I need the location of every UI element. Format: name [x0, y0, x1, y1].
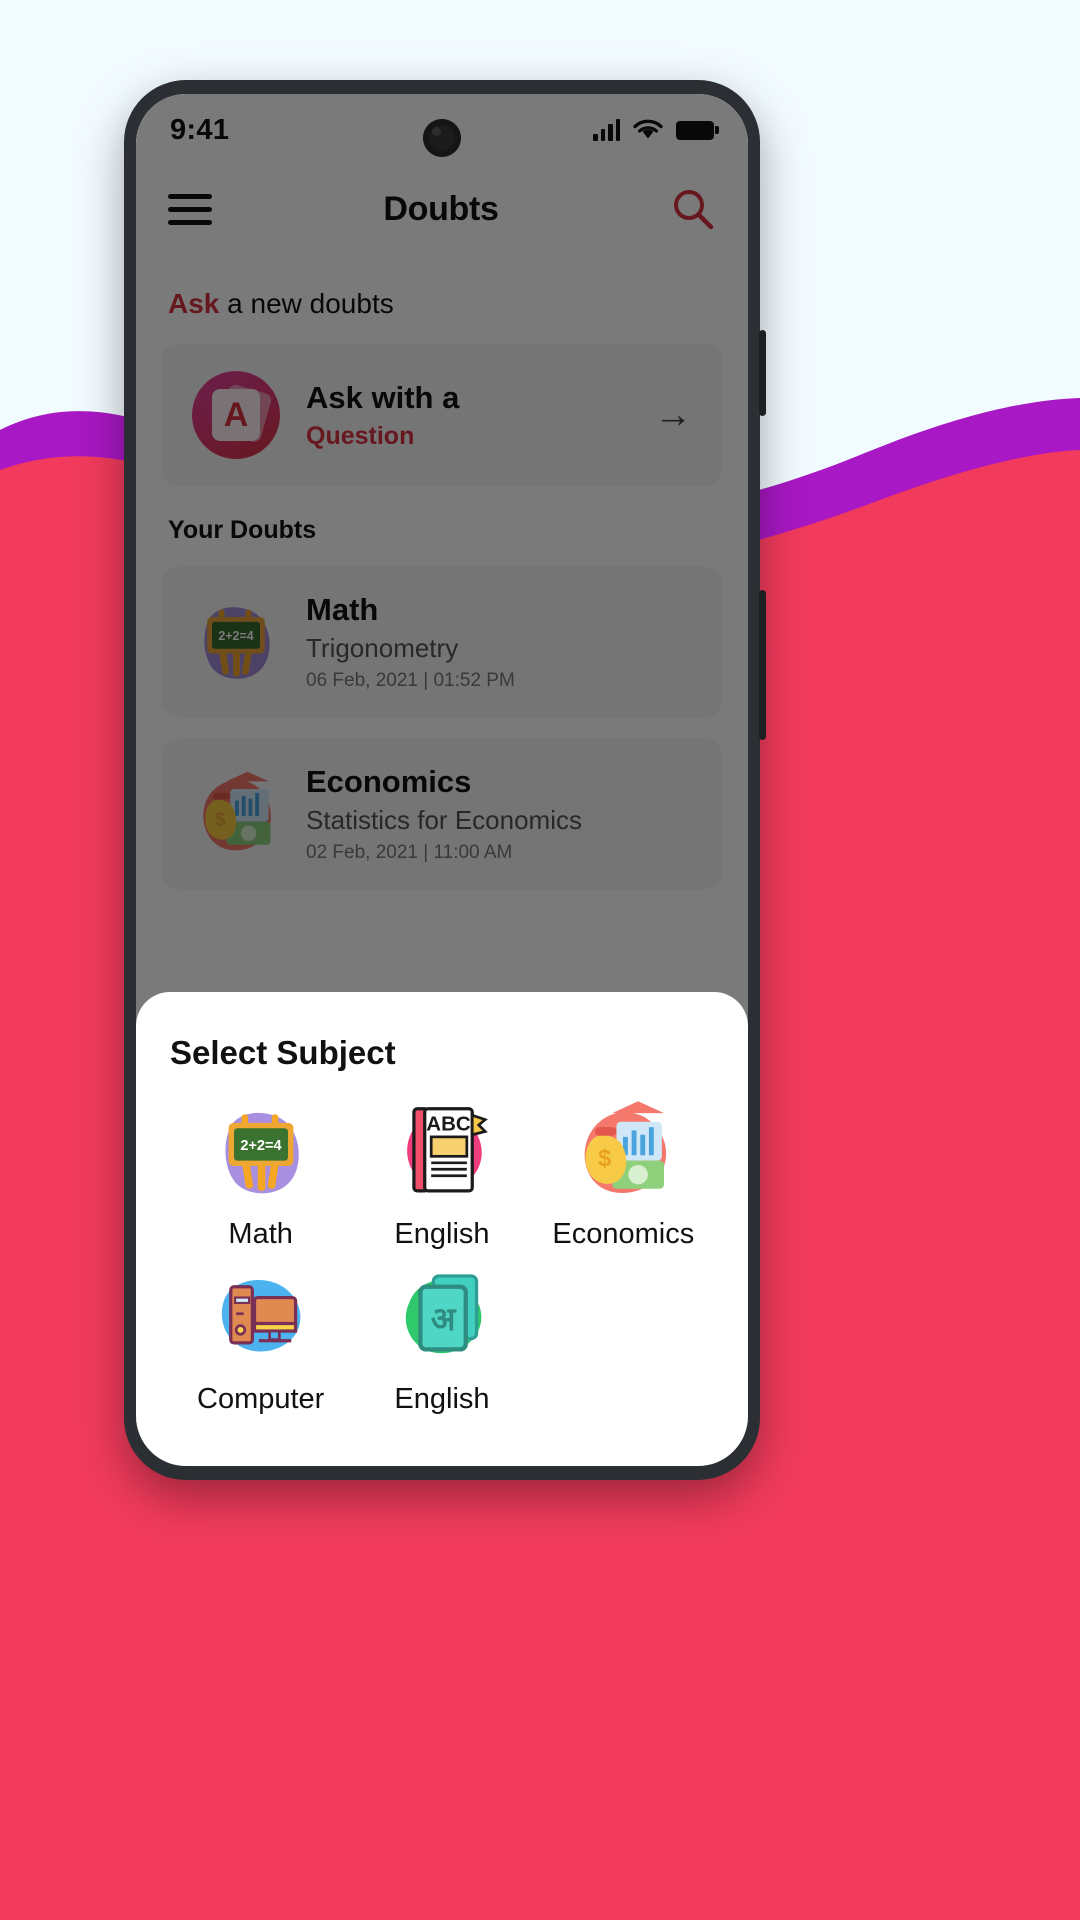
phone-power-button[interactable] — [759, 590, 766, 740]
subject-label: Computer — [197, 1383, 325, 1415]
subject-label: Economics — [552, 1218, 695, 1250]
subject-option-computer[interactable]: Computer — [170, 1263, 351, 1416]
select-subject-bottom-sheet: Select Subject 2+2=4 Math ABC English $ … — [136, 992, 748, 1466]
desktop-computer-icon — [207, 1263, 315, 1371]
subject-option-english-abc[interactable]: ABC English — [351, 1098, 532, 1251]
svg-text:2+2=4: 2+2=4 — [240, 1138, 282, 1154]
subject-option-math[interactable]: 2+2=4 Math — [170, 1098, 351, 1251]
svg-text:अ: अ — [431, 1301, 457, 1337]
subject-option-english-hindi[interactable]: अ English — [351, 1263, 532, 1416]
svg-text:ABC: ABC — [426, 1112, 471, 1135]
bottom-sheet-title: Select Subject — [170, 1034, 396, 1071]
subject-label: Math — [228, 1218, 293, 1250]
subject-label: English — [394, 1383, 490, 1415]
economics-icon: $ — [569, 1098, 677, 1206]
phone-frame: 9:41 — [124, 80, 766, 1480]
abc-book-icon: ABC — [388, 1098, 496, 1206]
hindi-cards-icon: अ — [388, 1263, 496, 1371]
subject-grid: 2+2=4 Math ABC English $ Economics Compu… — [170, 1098, 714, 1416]
phone-volume-button[interactable] — [759, 330, 766, 416]
subject-label: English — [394, 1218, 490, 1250]
svg-text:$: $ — [598, 1145, 611, 1172]
subject-option-economics[interactable]: $ Economics — [533, 1098, 714, 1251]
phone-screen: 9:41 — [136, 94, 748, 1466]
blackboard-icon: 2+2=4 — [207, 1098, 315, 1206]
